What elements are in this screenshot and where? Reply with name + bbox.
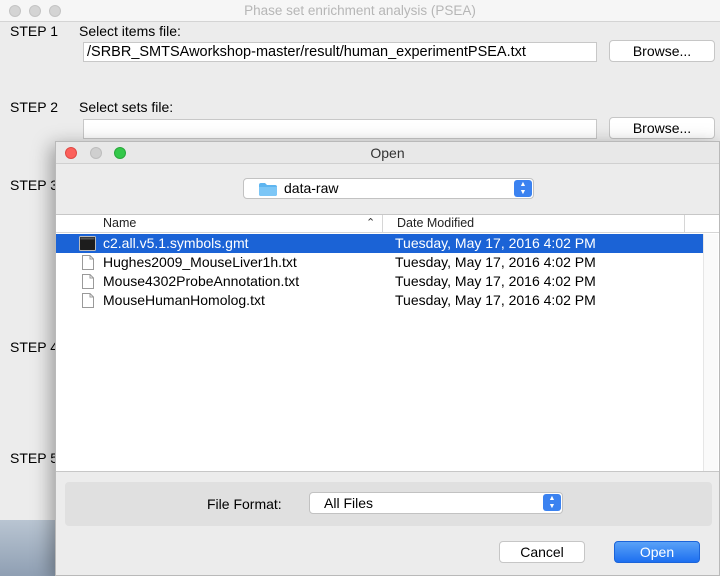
file-row[interactable]: c2.all.v5.1.symbols.gmt Tuesday, May 17,… — [56, 234, 703, 253]
step-2-description: Select sets file: — [79, 99, 174, 115]
text-file-icon — [82, 274, 94, 289]
file-name: c2.all.v5.1.symbols.gmt — [103, 235, 249, 251]
step-3-label: STEP 3 — [10, 177, 58, 193]
step-5-label: STEP 5 — [10, 450, 58, 466]
file-date: Tuesday, May 17, 2016 4:02 PM — [395, 292, 596, 308]
file-row[interactable]: Hughes2009_MouseLiver1h.txt Tuesday, May… — [56, 253, 703, 272]
vertical-scrollbar[interactable] — [703, 234, 718, 471]
open-button[interactable]: Open — [614, 541, 700, 563]
folder-icon — [259, 183, 277, 196]
sort-ascending-icon: ⌃ — [366, 217, 376, 229]
background-window-title: Phase set enrichment analysis (PSEA) — [244, 3, 476, 18]
background-titlebar: Phase set enrichment analysis (PSEA) — [0, 0, 720, 22]
file-date: Tuesday, May 17, 2016 4:02 PM — [395, 235, 596, 251]
sets-file-field[interactable] — [83, 119, 597, 139]
dialog-title: Open — [370, 145, 405, 161]
cancel-button[interactable]: Cancel — [499, 541, 585, 563]
folder-name: data-raw — [284, 180, 339, 196]
chevron-up-down-icon: ▲ ▼ — [514, 180, 532, 197]
browse-items-button[interactable]: Browse... — [609, 40, 715, 62]
step-2-label: STEP 2 — [10, 99, 58, 115]
text-file-icon — [82, 255, 94, 270]
file-row[interactable]: MouseHumanHomolog.txt Tuesday, May 17, 2… — [56, 291, 703, 310]
file-row[interactable]: Mouse4302ProbeAnnotation.txt Tuesday, Ma… — [56, 272, 703, 291]
file-list: Name ⌃ Date Modified c2.all.v5.1.symbols… — [56, 214, 719, 472]
column-divider[interactable] — [684, 215, 685, 233]
chevron-up-down-icon: ▲ ▼ — [543, 494, 561, 511]
file-name: MouseHumanHomolog.txt — [103, 292, 265, 308]
file-date: Tuesday, May 17, 2016 4:02 PM — [395, 273, 596, 289]
step-1-label: STEP 1 — [10, 23, 58, 39]
open-dialog: Open data-raw ▲ ▼ Name ⌃ Date Modified c2… — [55, 141, 720, 576]
terminal-file-icon — [79, 236, 96, 251]
text-file-icon — [82, 293, 94, 308]
file-name: Hughes2009_MouseLiver1h.txt — [103, 254, 297, 270]
browse-sets-button[interactable]: Browse... — [609, 117, 715, 139]
file-format-bar: File Format: All Files ▲ ▼ — [65, 482, 712, 526]
step-1-description: Select items file: — [79, 23, 181, 39]
file-format-value: All Files — [324, 495, 374, 511]
file-list-header: Name ⌃ Date Modified — [56, 215, 719, 233]
dialog-titlebar: Open — [56, 142, 719, 164]
folder-selector[interactable]: data-raw ▲ ▼ — [243, 178, 534, 199]
column-divider[interactable] — [382, 215, 383, 233]
file-format-label: File Format: — [207, 496, 282, 512]
file-name: Mouse4302ProbeAnnotation.txt — [103, 273, 300, 289]
items-file-field[interactable]: /SRBR_SMTSAworkshop-master/result/human_… — [83, 42, 597, 62]
file-date: Tuesday, May 17, 2016 4:02 PM — [395, 254, 596, 270]
file-format-select[interactable]: All Files ▲ ▼ — [309, 492, 563, 514]
desktop-background — [0, 520, 60, 576]
column-header-name[interactable]: Name — [103, 216, 136, 230]
column-header-date[interactable]: Date Modified — [397, 216, 474, 230]
step-4-label: STEP 4 — [10, 339, 58, 355]
